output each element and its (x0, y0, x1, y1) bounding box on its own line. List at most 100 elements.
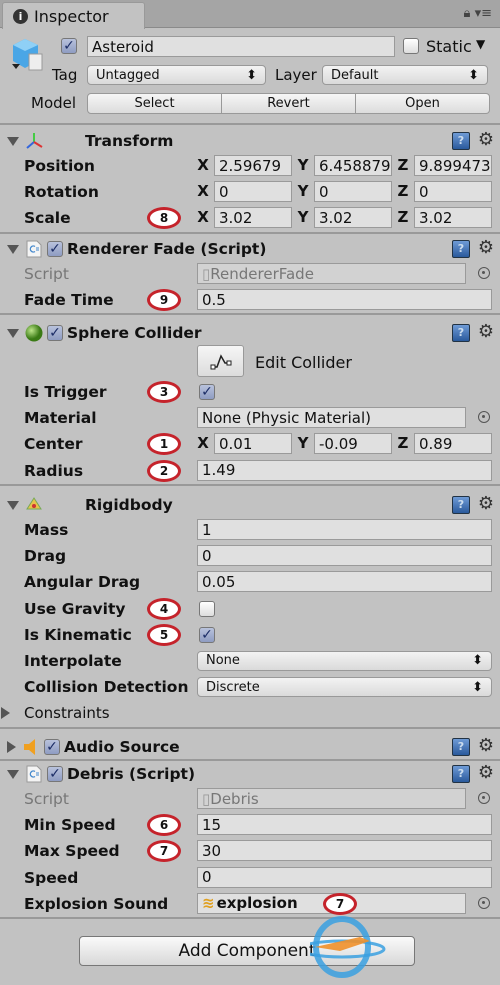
gear-icon[interactable]: ⚙ (478, 762, 494, 783)
tag-value: Untagged (96, 67, 160, 83)
tab-bar: i Inspector 🔒︎ ▾≡ (0, 0, 500, 29)
gear-icon[interactable]: ⚙ (478, 735, 494, 756)
component-enabled-checkbox[interactable]: ✓ (47, 325, 63, 341)
z-input[interactable]: 0 (414, 181, 492, 203)
help-book-icon[interactable]: ? (452, 132, 470, 150)
property-label: Mass (24, 521, 69, 540)
object-picker-icon[interactable] (478, 896, 490, 909)
component-enabled-checkbox[interactable]: ✓ (44, 739, 60, 755)
x-input[interactable]: 3.02 (214, 207, 292, 229)
max-speed-input[interactable]: 30 (197, 840, 492, 862)
model-button-group: Select Revert Open (87, 93, 490, 114)
x-input[interactable]: 0.01 (214, 433, 292, 455)
tag-dropdown[interactable]: Untagged ⬍ (87, 65, 266, 85)
property-script: Script ▯ Debris (0, 786, 500, 812)
y-input[interactable]: 3.02 (314, 207, 392, 229)
x-input[interactable]: 2.59679 (214, 155, 292, 176)
help-book-icon[interactable]: ? (452, 765, 470, 783)
gear-icon[interactable]: ⚙ (478, 493, 494, 514)
mass-input[interactable]: 1 (197, 519, 492, 540)
foldout-arrow-icon[interactable] (1, 707, 10, 720)
property-label: Angular Drag (24, 573, 141, 592)
angular-drag-input[interactable]: 0.05 (197, 571, 492, 593)
gear-icon[interactable]: ⚙ (478, 321, 494, 342)
menu-icon[interactable]: ▾≡ (475, 6, 492, 21)
model-revert-button[interactable]: Revert (222, 93, 356, 114)
component-header[interactable]: ✓ Sphere Collider? ⚙ (0, 321, 500, 345)
static-dropdown-arrow-icon[interactable]: ▼ (476, 37, 485, 51)
help-book-icon[interactable]: ? (452, 496, 470, 514)
interpolate-dropdown[interactable]: None ⬍ (197, 650, 492, 671)
axis-label: X (197, 182, 209, 201)
y-input[interactable]: 6.458879 (314, 155, 392, 176)
vector3-field: X 3.02 Y 3.02 Z 3.02 (197, 207, 492, 229)
vector3-field: X 0.01 Y -0.09 Z 0.89 (197, 433, 492, 455)
component-enabled-checkbox[interactable]: ✓ (47, 241, 63, 257)
speaker-icon (22, 738, 40, 756)
property-angular-drag: Angular Drag 0.05 (0, 569, 500, 595)
add-component-button[interactable]: Add Component (79, 936, 415, 966)
axis-label: Z (397, 182, 409, 201)
layer-dropdown[interactable]: Default ⬍ (322, 65, 488, 85)
model-select-button[interactable]: Select (87, 93, 222, 114)
y-input[interactable]: -0.09 (314, 433, 392, 455)
component-header[interactable]: ✓ Debris (Script)? ⚙ (0, 762, 500, 786)
gear-icon[interactable]: ⚙ (478, 129, 494, 150)
foldout-arrow-icon[interactable] (7, 136, 19, 146)
foldout-arrow-icon[interactable] (7, 741, 16, 753)
constraints-foldout[interactable]: Constraints (24, 704, 110, 722)
property-is-trigger: Is Trigger 3 ✓ (0, 379, 500, 405)
component-header[interactable]: ✓ Renderer Fade (Script)? ⚙ (0, 237, 500, 261)
material-object-field[interactable]: None (Physic Material) (197, 407, 466, 429)
x-input[interactable]: 0 (214, 181, 292, 203)
object-header: ✓ Asteroid Static ▼ Tag Untagged ⬍ Layer … (0, 29, 500, 125)
component-header[interactable]: ✓ Audio Source? ⚙ (0, 735, 500, 759)
object-picker-icon[interactable] (478, 792, 490, 804)
fade-time-input[interactable]: 0.5 (197, 289, 492, 311)
script-object-field[interactable]: ▯ Debris (197, 788, 466, 809)
component-header[interactable]: Transform? ⚙ (0, 129, 500, 153)
component-enabled-checkbox[interactable]: ✓ (47, 766, 63, 782)
static-checkbox[interactable] (403, 38, 419, 54)
speed-input[interactable]: 0 (197, 866, 492, 888)
object-value: RendererFade (210, 264, 314, 283)
z-input[interactable]: 9.899473 (414, 155, 492, 176)
drag-input[interactable]: 0 (197, 545, 492, 567)
z-input[interactable]: 3.02 (414, 207, 492, 229)
component-header[interactable]: Rigidbody? ⚙ (0, 493, 500, 517)
active-checkbox[interactable]: ✓ (61, 38, 77, 54)
is-kinematic-checkbox[interactable]: ✓ (199, 626, 215, 643)
foldout-arrow-icon[interactable] (7, 244, 19, 254)
property-label: Min Speed (24, 816, 116, 835)
property-scale: Scale 8 X 3.02 Y 3.02 Z 3.02 (0, 205, 500, 231)
foldout-arrow-icon[interactable] (7, 328, 19, 338)
object-picker-icon[interactable] (478, 267, 490, 279)
is-trigger-checkbox[interactable]: ✓ (199, 384, 215, 400)
min-speed-input[interactable]: 15 (197, 814, 492, 836)
component-title: Audio Source (64, 738, 180, 756)
model-open-button[interactable]: Open (356, 93, 490, 114)
help-book-icon[interactable]: ? (452, 240, 470, 258)
edit-collider-button[interactable] (197, 345, 244, 377)
script-object-field[interactable]: ▯ RendererFade (197, 263, 466, 284)
axis-label: Z (397, 208, 409, 227)
foldout-arrow-icon[interactable] (7, 500, 19, 510)
foldout-arrow-icon[interactable] (7, 769, 19, 779)
component-title: Debris (Script) (67, 765, 196, 783)
callout-badge: 5 (147, 623, 181, 646)
object-name-input[interactable]: Asteroid (87, 36, 395, 57)
collision-detection-dropdown[interactable]: Discrete ⬍ (197, 677, 492, 698)
gear-icon[interactable]: ⚙ (478, 237, 494, 258)
layer-value: Default (331, 67, 379, 83)
y-input[interactable]: 0 (314, 181, 392, 203)
help-book-icon[interactable]: ? (452, 324, 470, 342)
tab-inspector[interactable]: i Inspector (2, 2, 145, 29)
radius-input[interactable]: 1.49 (197, 459, 492, 481)
component-title: Renderer Fade (Script) (67, 240, 267, 258)
use-gravity-checkbox[interactable] (199, 600, 215, 617)
z-input[interactable]: 0.89 (414, 433, 492, 455)
object-picker-icon[interactable] (478, 411, 490, 424)
lock-icon[interactable]: 🔒︎ (464, 6, 471, 21)
help-book-icon[interactable]: ? (452, 738, 470, 756)
edit-collider-icon (210, 354, 231, 370)
